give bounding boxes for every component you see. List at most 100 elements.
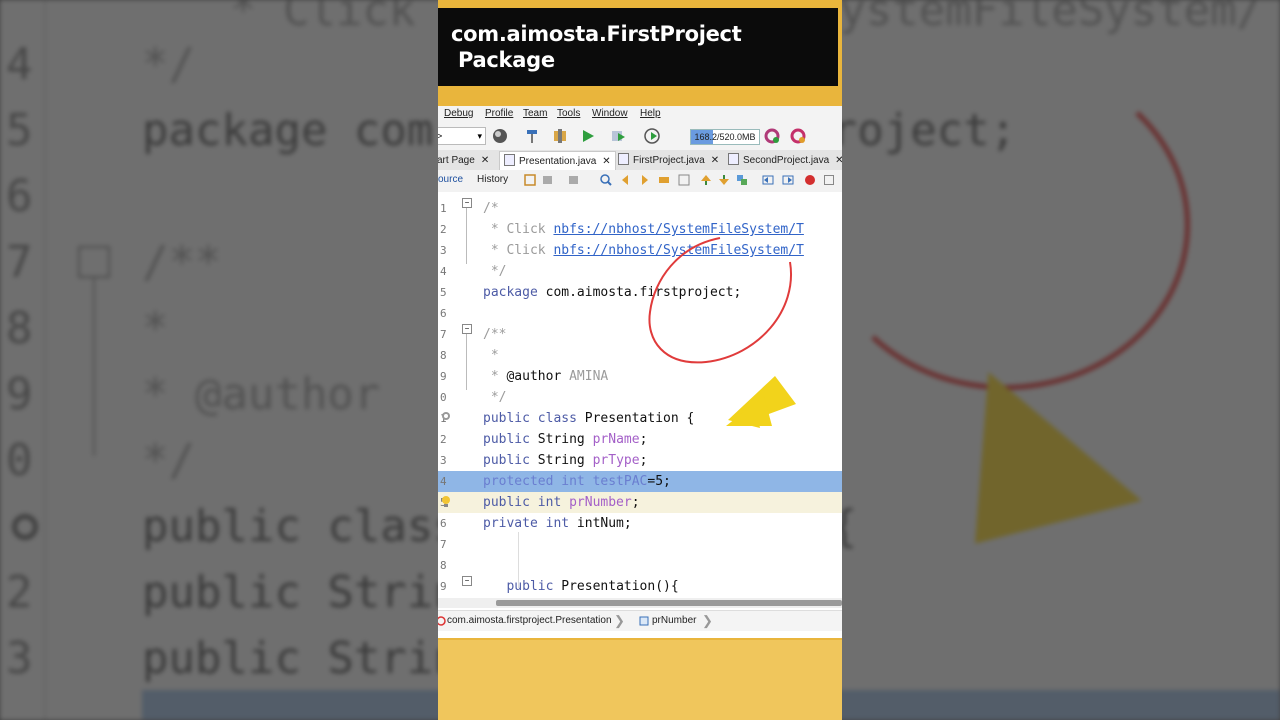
tab-secondproject-java[interactable]: SecondProject.java ✕	[728, 151, 842, 170]
record-macro-icon[interactable]	[804, 174, 816, 186]
code-text: * Click nbfs://nbhost/SystemFileSystem/T	[483, 240, 804, 261]
fold-collapse-icon[interactable]: −	[462, 576, 472, 586]
back-icon[interactable]	[542, 174, 554, 186]
code-line[interactable]: 1public class Presentation {	[438, 408, 842, 429]
line-number: 7	[440, 538, 447, 551]
code-line[interactable]: 8 *	[438, 345, 842, 366]
breadcrumb-class[interactable]: com.aimosta.firstproject.Presentation	[447, 615, 612, 626]
code-line[interactable]: 4 protected int testPAC=5;	[438, 471, 842, 492]
tab-start-page[interactable]: art Page ✕	[438, 151, 489, 170]
find-previous-icon[interactable]	[620, 174, 632, 186]
tab-presentation-java[interactable]: Presentation.java ✕	[499, 151, 616, 171]
run-icon[interactable]	[580, 128, 596, 144]
build-hammer-icon[interactable]	[524, 128, 540, 144]
code-token: com.aimosta.firstproject;	[545, 285, 742, 300]
override-marker-icon[interactable]	[441, 411, 451, 421]
close-icon[interactable]: ✕	[835, 155, 842, 166]
menu-tools[interactable]: Tools	[557, 108, 580, 119]
code-line[interactable]: 4 */	[438, 261, 842, 282]
code-line[interactable]: 2 * Click nbfs://nbhost/SystemFileSystem…	[438, 219, 842, 240]
code-line[interactable]: 8	[438, 555, 842, 576]
find-icon[interactable]	[600, 174, 612, 186]
last-edit-icon[interactable]	[524, 174, 536, 186]
line-number: 9	[440, 370, 447, 383]
tab-label: Presentation.java	[519, 156, 597, 167]
menu-team[interactable]: Team	[523, 108, 547, 119]
fold-collapse-icon[interactable]: −	[462, 324, 472, 334]
globe-icon[interactable]	[492, 128, 508, 144]
code-text: * Click nbfs://nbhost/SystemFileSystem/T	[483, 219, 804, 240]
code-line[interactable]: 7	[438, 534, 842, 555]
code-token: private int	[483, 516, 577, 531]
toggle-highlight-icon[interactable]	[658, 174, 670, 186]
code-text: private int intNum;	[483, 513, 632, 534]
line-number: 2	[440, 223, 447, 236]
profile-icon[interactable]	[644, 128, 660, 144]
code-token: prName	[592, 432, 640, 447]
tab-source[interactable]: ource	[438, 174, 463, 185]
code-line[interactable]: 9 * @author AMINA	[438, 366, 842, 387]
code-line[interactable]: 0 */	[438, 387, 842, 408]
close-icon[interactable]: ✕	[602, 156, 610, 167]
editor-tabs: art Page ✕ Presentation.java ✕ FirstProjec…	[438, 150, 842, 171]
code-line[interactable]: 6	[438, 303, 842, 324]
lightbulb-hint-icon[interactable]	[441, 495, 451, 507]
code-line[interactable]: 2 public String prName;	[438, 429, 842, 450]
code-text: public String prType;	[483, 450, 647, 471]
close-icon[interactable]: ✕	[481, 155, 489, 166]
code-line[interactable]: 6 private int intNum;	[438, 513, 842, 534]
code-line[interactable]: 3 public String prType;	[438, 450, 842, 471]
toggle-rect-select-icon[interactable]	[678, 174, 690, 186]
code-token: String	[537, 453, 593, 468]
tab-history[interactable]: History	[477, 174, 508, 185]
memory-indicator[interactable]: 168.2/520.0MB	[690, 129, 760, 145]
code-text: */	[483, 387, 507, 408]
menu-profile[interactable]: Profile	[485, 108, 513, 119]
code-text: * @author AMINA	[483, 366, 608, 387]
code-token: public class	[483, 411, 585, 426]
previous-bookmark-icon[interactable]	[700, 174, 712, 186]
code-line[interactable]: 9 public Presentation(){	[438, 576, 842, 597]
code-token: */	[483, 264, 507, 279]
code-token: @author	[506, 369, 570, 384]
code-editor[interactable]: 1 /* 2 * Click nbfs://nbhost/SystemFileSys…	[438, 192, 842, 598]
code-text: protected int testPAC=5;	[483, 471, 671, 492]
scrollbar-thumb[interactable]	[496, 600, 842, 606]
close-icon[interactable]: ✕	[711, 155, 719, 166]
line-number: 9	[440, 580, 447, 593]
chevron-right-icon: ❯	[702, 613, 713, 628]
code-text: */	[483, 261, 507, 282]
find-next-icon[interactable]	[638, 174, 650, 186]
breadcrumb-member[interactable]: prNumber	[652, 615, 696, 626]
code-line[interactable]: 3 * Click nbfs://nbhost/SystemFileSystem…	[438, 240, 842, 261]
code-token: String	[537, 432, 593, 447]
code-line[interactable]: 5 package com.aimosta.firstproject;	[438, 282, 842, 303]
code-token: prType	[592, 453, 640, 468]
fold-collapse-icon[interactable]: −	[462, 198, 472, 208]
tab-label: SecondProject.java	[743, 155, 830, 166]
tab-label: art Page	[438, 155, 475, 166]
debug-icon[interactable]	[610, 128, 626, 144]
clean-build-icon[interactable]	[552, 128, 568, 144]
code-line[interactable]: 5public int prNumber;	[438, 492, 842, 513]
gc-icon[interactable]	[764, 128, 780, 144]
horizontal-scrollbar[interactable]	[438, 598, 842, 608]
tab-firstproject-java[interactable]: FirstProject.java ✕	[618, 151, 719, 170]
line-number: 5	[440, 286, 447, 299]
toggle-bookmark-icon[interactable]	[736, 174, 748, 186]
code-line[interactable]: 7 /**	[438, 324, 842, 345]
config-combo[interactable]: > ▾	[438, 127, 486, 145]
menu-debug[interactable]: Debug	[444, 108, 473, 119]
menu-window[interactable]: Window	[592, 108, 628, 119]
code-text: /*	[483, 198, 499, 219]
field-icon	[639, 616, 649, 626]
code-line[interactable]: 1 /*	[438, 198, 842, 219]
profiler-icon[interactable]	[790, 128, 806, 144]
shift-left-icon[interactable]	[762, 174, 774, 186]
menu-help[interactable]: Help	[640, 108, 661, 119]
stop-macro-icon[interactable]	[823, 174, 835, 186]
shift-right-icon[interactable]	[782, 174, 794, 186]
next-bookmark-icon[interactable]	[718, 174, 730, 186]
code-token: /*	[483, 201, 499, 216]
forward-icon[interactable]	[568, 174, 580, 186]
